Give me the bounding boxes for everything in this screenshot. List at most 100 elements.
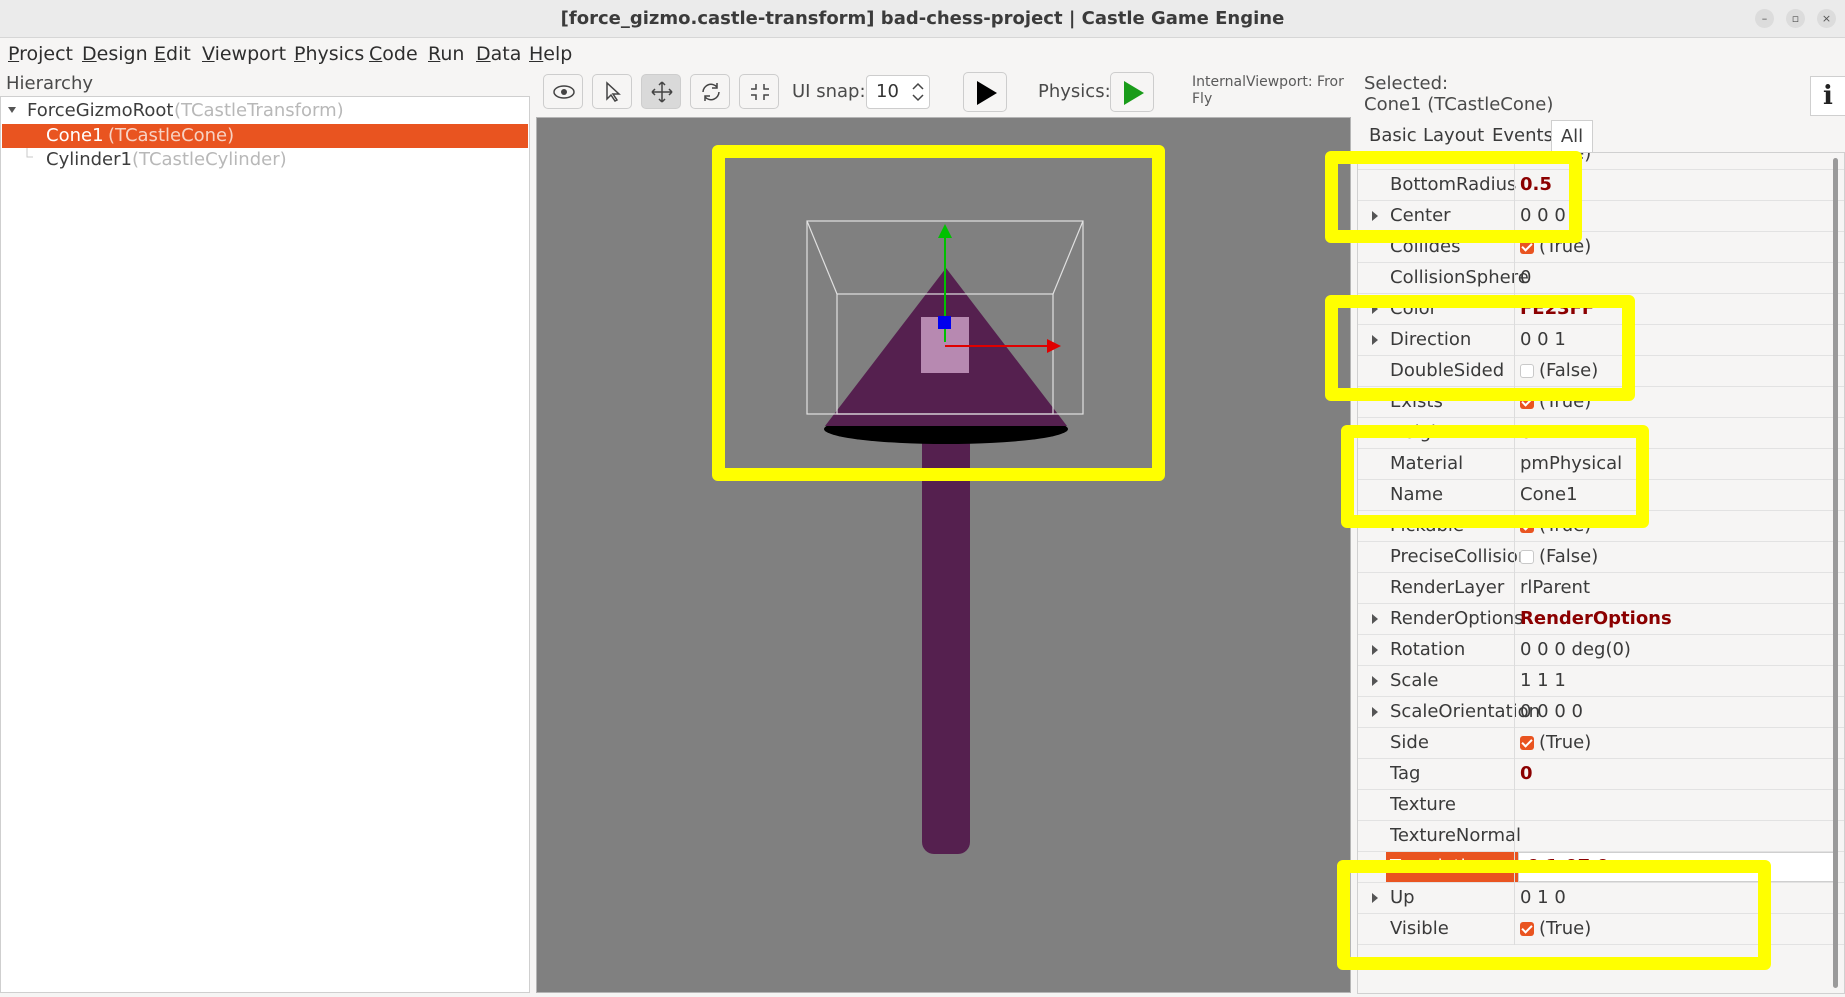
info-button[interactable]: i <box>1810 76 1845 116</box>
tree-item-type: (TCastleCylinder) <box>132 149 287 170</box>
window-title: [force_gizmo.castle-transform] bad-chess… <box>560 8 1285 29</box>
expand-arrow-icon[interactable] <box>1372 676 1378 686</box>
selected-value: Cone1 (TCastleCone) <box>1364 94 1554 115</box>
tree-item-type: (TCastleTransform) <box>174 100 344 121</box>
property-scrollbar[interactable] <box>1833 158 1838 988</box>
property-row-renderlayer[interactable]: RenderLayer rlParent <box>1358 573 1844 604</box>
scale-icon <box>751 84 769 100</box>
selected-label: Selected: <box>1364 73 1449 94</box>
property-value[interactable] <box>1520 821 1840 851</box>
highlight-box <box>712 145 1165 481</box>
tab-events[interactable]: Events <box>1492 125 1553 146</box>
expand-arrow-icon[interactable] <box>1372 707 1378 717</box>
property-value[interactable]: 1 1 1 <box>1520 666 1840 696</box>
property-row-collisionsphere[interactable]: CollisionSphere 0 <box>1358 263 1844 294</box>
property-value-text: (True) <box>1539 732 1592 753</box>
translate-mode-button[interactable] <box>641 74 681 109</box>
highlight-box <box>1325 295 1635 401</box>
physics-label: Physics: <box>1038 81 1111 102</box>
checkbox-icon[interactable] <box>1520 550 1534 564</box>
column-divider <box>1514 263 1515 294</box>
menu-run[interactable]: Run <box>428 43 464 65</box>
menu-physics[interactable]: Physics <box>294 43 364 65</box>
tree-item-forcegizmoroot[interactable]: ForceGizmoRoot (TCastleTransform) <box>2 99 528 123</box>
viewport-info: InternalViewport: Fror Fly <box>1192 74 1344 107</box>
scale-mode-button[interactable] <box>739 74 779 109</box>
minimize-icon[interactable]: – <box>1755 9 1774 28</box>
rotate-icon <box>702 83 720 101</box>
column-divider <box>1514 635 1515 666</box>
property-value-text: (False) <box>1539 546 1599 567</box>
property-value[interactable]: 0 <box>1520 759 1840 789</box>
ui-snap-label: UI snap: <box>792 81 866 102</box>
ui-snap-value: 10 <box>876 81 899 102</box>
tree-item-type: (TCastleCone) <box>108 125 235 146</box>
property-row-side[interactable]: Side (True) <box>1358 728 1844 759</box>
menu-design[interactable]: Design <box>82 43 148 65</box>
column-divider <box>1514 821 1515 852</box>
property-value-text: 0 <box>1520 267 1532 288</box>
property-value-text: 0 <box>1520 763 1533 784</box>
tree-item-name: Cone1 <box>46 125 104 146</box>
interact-mode-button[interactable] <box>543 74 583 109</box>
physics-play-button[interactable] <box>1110 72 1154 112</box>
property-value[interactable]: (False) <box>1520 542 1840 572</box>
rotate-mode-button[interactable] <box>690 74 730 109</box>
menu-viewport[interactable]: Viewport <box>202 43 286 65</box>
tree-item-cylinder1[interactable]: Cylinder1 (TCastleCylinder) <box>2 148 528 172</box>
column-divider <box>1514 573 1515 604</box>
highlight-box <box>1325 151 1582 243</box>
hierarchy-panel: ForceGizmoRoot (TCastleTransform) Cone1 … <box>0 96 530 993</box>
property-value[interactable]: (True) <box>1520 728 1840 758</box>
property-value[interactable] <box>1520 790 1840 820</box>
tab-layout[interactable]: Layout <box>1423 125 1484 146</box>
column-divider <box>1514 790 1515 821</box>
expand-arrow-icon[interactable] <box>1372 645 1378 655</box>
property-row-texture[interactable]: Texture <box>1358 790 1844 821</box>
tree-item-name: Cylinder1 <box>46 149 132 170</box>
tree-item-name: ForceGizmoRoot <box>27 100 174 121</box>
maximize-icon[interactable]: ▫ <box>1786 9 1805 28</box>
spin-arrows-icon[interactable] <box>911 80 925 104</box>
menu-data[interactable]: Data <box>476 43 521 65</box>
property-value-text: rlParent <box>1520 577 1591 598</box>
property-value-text: 0 0 0 deg(0) <box>1520 639 1631 660</box>
play-icon <box>977 81 997 105</box>
property-value-text: 0 0 0 0 <box>1520 701 1583 722</box>
column-divider <box>1514 542 1515 573</box>
column-divider <box>1514 604 1515 635</box>
property-value-text: RenderOptions <box>1520 608 1672 629</box>
move-icon <box>651 81 673 103</box>
tree-item-cone1[interactable]: Cone1 (TCastleCone) <box>2 124 528 148</box>
property-value[interactable]: rlParent <box>1520 573 1840 603</box>
property-row-scale[interactable]: Scale 1 1 1 <box>1358 666 1844 697</box>
property-value[interactable]: 0 0 0 0 <box>1520 697 1840 727</box>
property-row-texturenormal[interactable]: TextureNormal <box>1358 821 1844 852</box>
cylinder-mesh <box>922 430 970 854</box>
hierarchy-label: Hierarchy <box>6 73 94 94</box>
play-icon <box>1124 81 1144 105</box>
property-value[interactable]: 0 <box>1520 263 1840 293</box>
property-row-rotation[interactable]: Rotation 0 0 0 deg(0) <box>1358 635 1844 666</box>
tab-all[interactable]: All <box>1551 120 1593 153</box>
menu-edit[interactable]: Edit <box>154 43 191 65</box>
menu-help[interactable]: Help <box>529 43 572 65</box>
property-value[interactable]: 0 0 0 deg(0) <box>1520 635 1840 665</box>
property-value[interactable]: RenderOptions <box>1520 604 1840 634</box>
close-icon[interactable]: × <box>1817 9 1836 28</box>
property-row-scaleorientation[interactable]: ScaleOrientation 0 0 0 0 <box>1358 697 1844 728</box>
highlight-box <box>1341 425 1649 528</box>
tab-basic[interactable]: Basic <box>1369 125 1417 146</box>
menu-project[interactable]: Project <box>8 43 73 65</box>
column-divider <box>1514 759 1515 790</box>
property-row-renderoptions[interactable]: RenderOptions RenderOptions <box>1358 604 1844 635</box>
select-mode-button[interactable] <box>592 74 632 109</box>
property-row-precisecollision[interactable]: PreciseCollision (False) <box>1358 542 1844 573</box>
highlight-box <box>1337 860 1771 970</box>
property-row-tag[interactable]: Tag 0 <box>1358 759 1844 790</box>
property-value-text: 1 1 1 <box>1520 670 1566 691</box>
expand-arrow-icon[interactable] <box>1372 614 1378 624</box>
checkbox-icon[interactable] <box>1520 736 1534 750</box>
menu-code[interactable]: Code <box>369 43 418 65</box>
play-button[interactable] <box>963 72 1007 112</box>
